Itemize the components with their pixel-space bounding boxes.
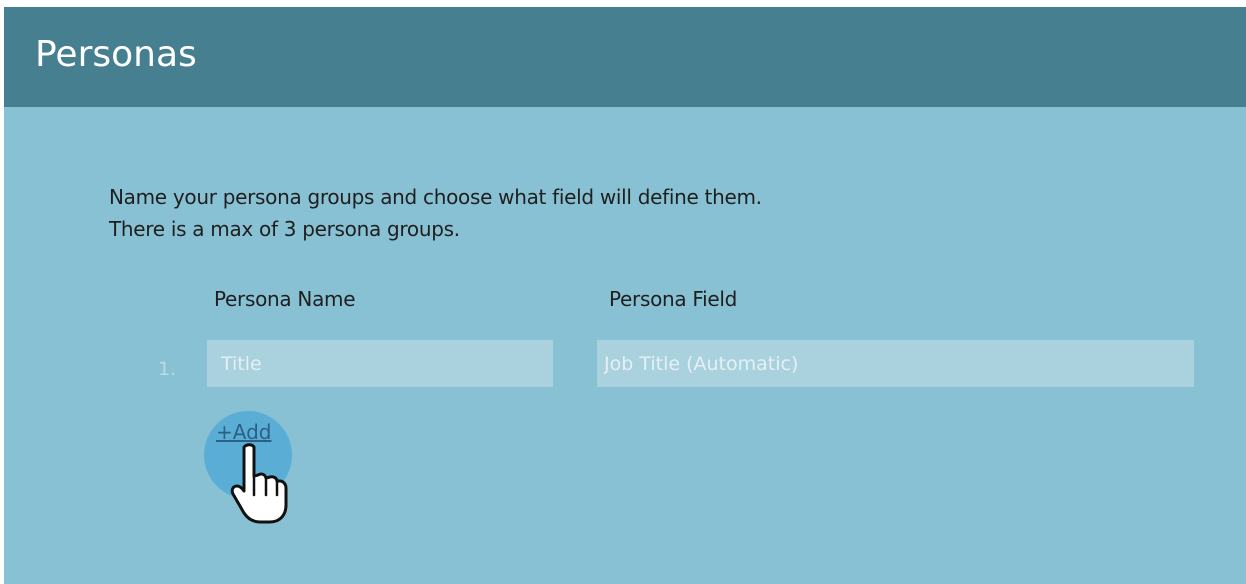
hand-pointer-icon <box>230 443 288 524</box>
panel-header: Personas <box>4 7 1246 107</box>
column-header-persona-name: Persona Name <box>214 287 356 311</box>
instructions-line-2: There is a max of 3 persona groups. <box>109 217 460 241</box>
add-persona-link[interactable]: +Add <box>216 418 271 446</box>
instructions-line-1: Name your persona groups and choose what… <box>109 185 762 209</box>
instructions: Name your persona groups and choose what… <box>109 181 762 245</box>
personas-panel: Personas Name your persona groups and ch… <box>4 7 1246 584</box>
column-header-persona-field: Persona Field <box>609 287 738 311</box>
persona-name-input[interactable] <box>207 340 553 387</box>
persona-field-input[interactable] <box>597 340 1194 387</box>
page-title: Personas <box>35 34 197 75</box>
row-number: 1. <box>158 358 177 380</box>
